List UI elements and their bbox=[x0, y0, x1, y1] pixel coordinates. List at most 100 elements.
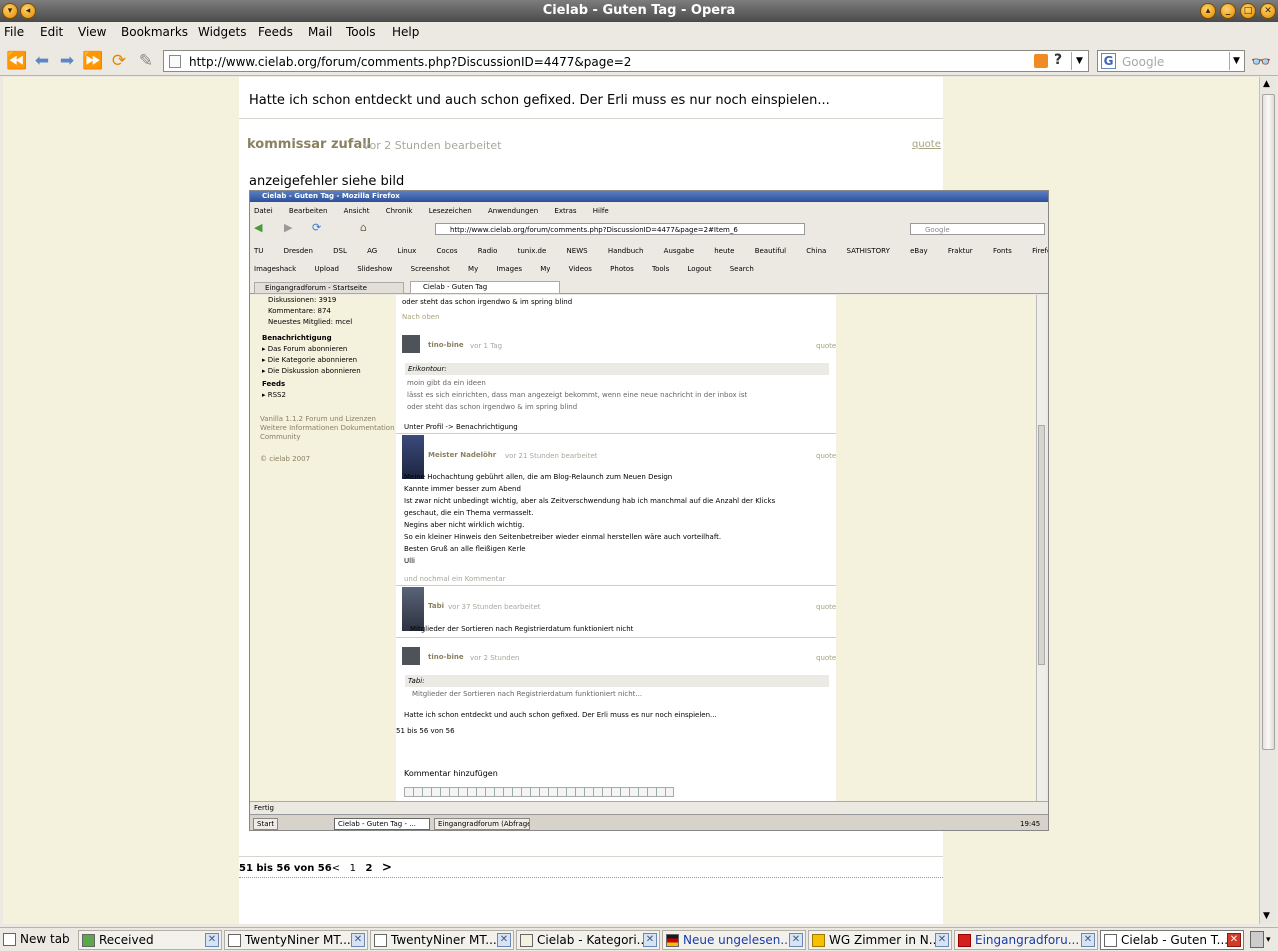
search-dropdown-icon[interactable]: ▼ bbox=[1229, 52, 1243, 70]
taskbar-tab-4[interactable]: Neue ungelesen... ✕ bbox=[662, 930, 806, 950]
comment-author[interactable]: kommissar zufall bbox=[247, 137, 371, 152]
minimize-icon[interactable]: _ bbox=[1220, 3, 1236, 19]
menu-bookmarks[interactable]: Bookmarks bbox=[121, 25, 188, 39]
ss-bookmark-8: Ausgabe heute bbox=[663, 247, 735, 255]
scrollbar-thumb[interactable] bbox=[1262, 94, 1275, 750]
ss-sb-7: Feeds bbox=[262, 380, 286, 388]
trash-dropdown-icon[interactable]: ▾ bbox=[1266, 935, 1271, 945]
zoom-glasses-icon[interactable]: 👓 bbox=[1251, 52, 1271, 71]
menu-edit[interactable]: Edit bbox=[40, 25, 63, 39]
trash-icon[interactable] bbox=[1250, 931, 1264, 948]
ss-tb2-1: Upload bbox=[314, 265, 339, 273]
ss-bookmark-1: DSL AG bbox=[333, 247, 378, 255]
ss-sb-6: Die Diskussion abonnieren bbox=[267, 367, 361, 375]
ss-scrollbar bbox=[1036, 295, 1046, 801]
ss-tab-0: Eingangradforum - Startseite bbox=[254, 282, 404, 294]
forward-icon[interactable]: ➡ bbox=[56, 51, 78, 71]
menu-feeds[interactable]: Feeds bbox=[258, 25, 293, 39]
ss-post-1-l-6: Besten Gruß an alle fleißigen Kerle bbox=[404, 545, 526, 553]
ss-bookmark-7: Handbuch bbox=[607, 247, 644, 255]
window-title-bar: ▾ ◂ Cielab - Guten Tag - Opera ▴ _ □ ✕ bbox=[0, 0, 1278, 22]
close-tab-0-icon[interactable]: ✕ bbox=[205, 933, 219, 947]
rewind-icon[interactable]: ⏪ bbox=[6, 51, 28, 71]
scroll-up-icon[interactable]: ▲ bbox=[1263, 79, 1270, 89]
taskbar-tab-1[interactable]: TwentyNiner MT... ✕ bbox=[224, 930, 368, 950]
pagination-range: 51 bis 56 von 56 bbox=[239, 863, 332, 874]
new-tab-icon bbox=[3, 933, 16, 946]
ss-post-0-quote-box: Erikontour: bbox=[405, 363, 829, 375]
close-tab-2-icon[interactable]: ✕ bbox=[497, 933, 511, 947]
taskbar-tab-6[interactable]: Eingangradforu... ✕ bbox=[954, 930, 1098, 950]
pagination-prev[interactable]: < bbox=[332, 863, 340, 874]
close-tab-1-icon[interactable]: ✕ bbox=[351, 933, 365, 947]
ss-post-0-ql-1: lässt es sich einrichten, dass man angez… bbox=[407, 391, 748, 399]
menu-help[interactable]: Help bbox=[392, 25, 419, 39]
taskbar-tab-6-label: Eingangradforu... bbox=[975, 933, 1080, 947]
ss-post-3-author: tino-bine bbox=[428, 653, 464, 661]
menu-mail[interactable]: Mail bbox=[308, 25, 332, 39]
vertical-scrollbar[interactable]: ▼ ▲ bbox=[1259, 77, 1276, 924]
ss-sb-5: Die Kategorie abonnieren bbox=[267, 356, 358, 364]
edit-pen-icon[interactable]: ✎ bbox=[135, 51, 157, 71]
address-bar[interactable]: http://www.cielab.org/forum/comments.php… bbox=[163, 50, 1089, 72]
ss-clock: 19:45 bbox=[1020, 820, 1041, 828]
menu-widgets[interactable]: Widgets bbox=[198, 25, 247, 39]
ss-post-0-author: tino-bine bbox=[428, 341, 464, 349]
ss-search-text: Google bbox=[925, 226, 950, 234]
window-up-icon[interactable]: ▴ bbox=[1200, 3, 1216, 19]
reload-icon[interactable]: ⟳ bbox=[108, 51, 130, 71]
ss-tab-1: Cielab - Guten Tag bbox=[410, 281, 560, 294]
taskbar-tab-5[interactable]: WG Zimmer in N... ✕ bbox=[808, 930, 952, 950]
quote-link[interactable]: quote bbox=[912, 139, 941, 150]
rss-feed-icon[interactable] bbox=[1034, 54, 1048, 68]
fast-forward-icon[interactable]: ⏩ bbox=[82, 51, 104, 71]
ss-bookmark-2: Linux bbox=[397, 247, 417, 255]
ss-post-0-ql-2: oder steht das schon irgendwo & im sprin… bbox=[407, 403, 578, 411]
taskbar-tab-2[interactable]: TwentyNiner MT... ✕ bbox=[370, 930, 514, 950]
pagination-next[interactable]: > bbox=[382, 860, 392, 874]
pagination-page-1[interactable]: 1 bbox=[350, 863, 356, 874]
ss-pages: 51 bis 56 von 56 bbox=[396, 727, 455, 735]
close-tab-4-icon[interactable]: ✕ bbox=[789, 933, 803, 947]
window-shade-icon[interactable]: ◂ bbox=[20, 3, 36, 19]
menu-bar: File Edit View Bookmarks Widgets Feeds M… bbox=[0, 22, 1278, 44]
help-icon[interactable]: ? bbox=[1049, 52, 1067, 70]
pagination-top-border bbox=[239, 856, 943, 857]
ss-post-1-l-0: Meine Hochachtung gebührt allen, die am … bbox=[404, 473, 673, 481]
page-icon bbox=[374, 934, 387, 947]
pagination-page-2[interactable]: 2 bbox=[365, 863, 372, 874]
ss-sb-11: Dokumentation bbox=[340, 424, 395, 432]
menu-view[interactable]: View bbox=[78, 25, 106, 39]
close-tab-3-icon[interactable]: ✕ bbox=[643, 933, 657, 947]
close-tab-6-icon[interactable]: ✕ bbox=[1081, 933, 1095, 947]
ss-post-1-l-7: Ulli bbox=[404, 557, 415, 565]
taskbar-tab-7-active[interactable]: Cielab - Guten T... ✕ bbox=[1100, 930, 1244, 950]
ss-menu-1: Bearbeiten bbox=[288, 207, 328, 215]
ss-bookmark-9: Beautiful China bbox=[754, 247, 827, 255]
ss-post-2-author: Tabi bbox=[428, 602, 445, 610]
ss-post-3-quote-line: Mitglieder der Sortieren nach Registrier… bbox=[412, 690, 643, 698]
back-icon[interactable]: ⬅ bbox=[31, 51, 53, 71]
window-title: Cielab - Guten Tag - Opera bbox=[542, 3, 736, 18]
close-tab-5-icon[interactable]: ✕ bbox=[935, 933, 949, 947]
search-box[interactable]: G Google ▼ bbox=[1097, 50, 1245, 72]
window-menu-icon[interactable]: ▾ bbox=[2, 3, 18, 19]
taskbar-tab-3[interactable]: Cielab - Kategori... ✕ bbox=[516, 930, 660, 950]
taskbar-tab-0[interactable]: Received ✕ bbox=[78, 930, 222, 950]
scroll-down-icon[interactable]: ▼ bbox=[1263, 911, 1270, 921]
ss-sb-9: Vanilla 1.1.2 Forum und Lizenzen bbox=[260, 415, 376, 423]
ss-top-link: Nach oben bbox=[402, 313, 440, 321]
ss-menu-7: Hilfe bbox=[592, 207, 609, 215]
address-dropdown-icon[interactable]: ▼ bbox=[1071, 52, 1087, 70]
menu-file[interactable]: File bbox=[4, 25, 24, 39]
ss-post-0-after: Unter Profil -> Benachrichtigung bbox=[404, 423, 518, 431]
e-logo-icon bbox=[958, 934, 971, 947]
search-placeholder: Google bbox=[1122, 55, 1165, 69]
ss-forward-icon: ▶ bbox=[284, 221, 293, 234]
maximize-icon[interactable]: □ bbox=[1240, 3, 1256, 19]
new-tab-button[interactable]: New tab bbox=[0, 930, 76, 950]
ss-post-2-quote: quote bbox=[816, 603, 837, 611]
close-tab-7-icon[interactable]: ✕ bbox=[1227, 933, 1241, 947]
close-icon[interactable]: ✕ bbox=[1260, 3, 1276, 19]
menu-tools[interactable]: Tools bbox=[346, 25, 376, 39]
